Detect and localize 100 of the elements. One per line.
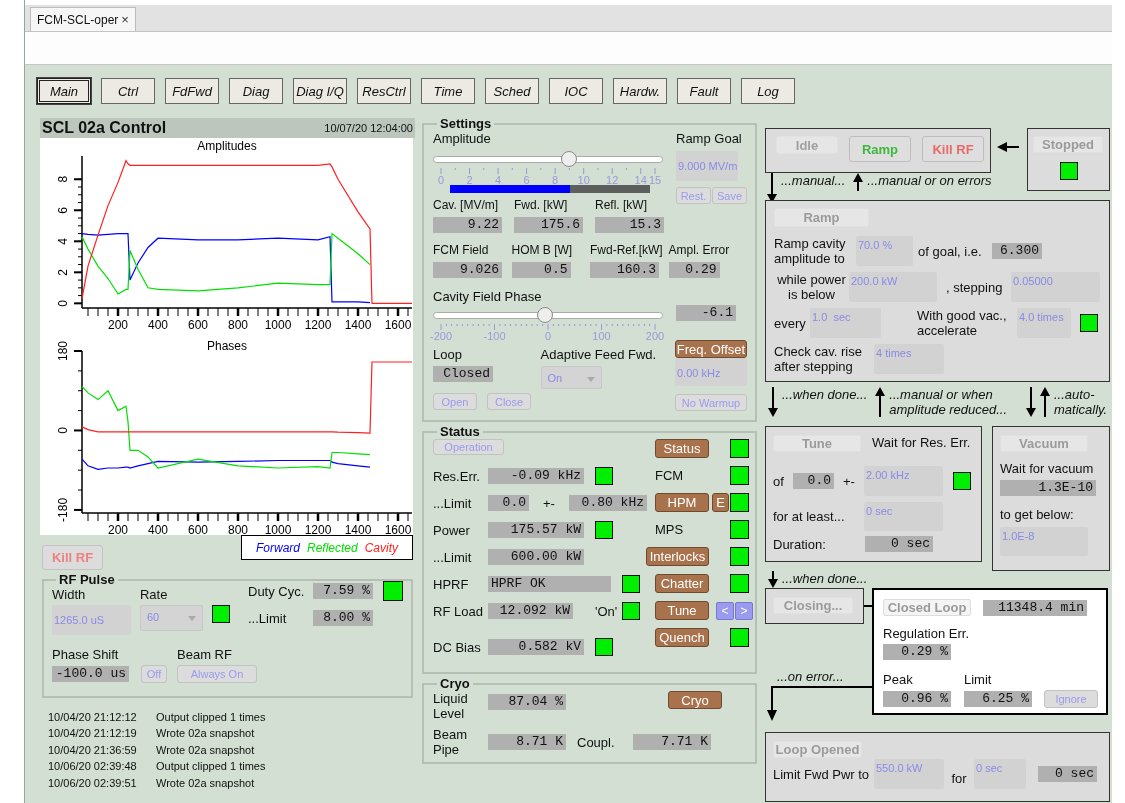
kill-rf-button[interactable]: Kill RF bbox=[42, 545, 103, 570]
input-field[interactable]: 200.0 kW bbox=[849, 272, 937, 302]
input-field[interactable]: 4.0 times bbox=[1017, 308, 1071, 338]
warmup-button[interactable]: No Warmup bbox=[675, 394, 747, 411]
slider[interactable] bbox=[433, 307, 663, 323]
off-button[interactable]: Off bbox=[141, 665, 167, 683]
tick-label: 6 bbox=[56, 206, 70, 214]
slider-thumb[interactable] bbox=[561, 151, 578, 167]
input-field[interactable]: 1.0 sec bbox=[810, 308, 881, 338]
nav-button[interactable]: Hardw. bbox=[613, 78, 667, 104]
tick-label: 1400 bbox=[344, 523, 372, 535]
up-arrow-icon bbox=[853, 173, 864, 191]
step-button[interactable]: < bbox=[716, 601, 734, 620]
state-button[interactable]: Kill RF bbox=[922, 136, 984, 162]
nav-button[interactable]: Sched bbox=[485, 78, 539, 104]
log-time: 10/04/20 21:36:59 bbox=[48, 742, 138, 758]
status-button[interactable]: Status bbox=[655, 439, 709, 458]
loop-button[interactable]: Open bbox=[433, 393, 477, 410]
left-arrow-icon bbox=[997, 142, 1019, 152]
nav-button[interactable]: Main bbox=[37, 78, 91, 104]
scale-label: 2 bbox=[466, 174, 473, 186]
legend-label: Cavity bbox=[364, 540, 399, 555]
nav-button[interactable]: Diag I/Q bbox=[293, 78, 347, 104]
close-button[interactable]: × bbox=[121, 12, 129, 27]
field-label: Ramp Goal bbox=[676, 131, 743, 146]
dropdown[interactable]: On bbox=[540, 366, 602, 389]
input-field[interactable]: 2.00 kHz bbox=[864, 466, 943, 496]
log-time: 10/04/20 21:12:12 bbox=[48, 710, 138, 725]
input-field[interactable]: 0 sec bbox=[974, 759, 1026, 789]
input-field[interactable]: 0 sec bbox=[864, 502, 943, 531]
field-label: Wait for vacuum bbox=[1000, 461, 1095, 476]
mode-button[interactable]: Operation bbox=[433, 439, 504, 455]
readout: 12.092 kW bbox=[488, 603, 573, 619]
readout: 0.0 bbox=[793, 473, 834, 489]
tick-label: 2 bbox=[56, 269, 70, 276]
field-label: ...Limit bbox=[248, 610, 288, 626]
readout: 9.026 bbox=[433, 262, 502, 278]
state-button[interactable]: Idle bbox=[776, 136, 838, 154]
nav-button[interactable]: IOC bbox=[549, 78, 603, 104]
scale-label: 12 bbox=[606, 174, 619, 186]
status-button[interactable]: E bbox=[712, 493, 729, 512]
chart-title: Amplitudes bbox=[197, 139, 257, 153]
status-button[interactable]: Chatter bbox=[655, 574, 709, 593]
loop-button[interactable]: Close bbox=[487, 393, 531, 410]
down-arrow-icon bbox=[768, 387, 778, 417]
scale-label: 8 bbox=[552, 174, 559, 186]
readout: 87.04 % bbox=[488, 694, 566, 710]
nav-button[interactable]: Fault bbox=[677, 78, 731, 104]
status-button[interactable]: Interlocks bbox=[646, 547, 709, 566]
field-label: Fwd-Ref.[kW] bbox=[590, 243, 664, 258]
field-label: Amplitude bbox=[433, 131, 492, 146]
beam-rf-button[interactable]: Always On bbox=[177, 665, 257, 683]
input-field[interactable]: 70.0 % bbox=[856, 236, 913, 266]
nav-button[interactable]: ResCtrl bbox=[357, 78, 411, 104]
up-arrow-icon bbox=[875, 387, 886, 417]
field-label: Width bbox=[52, 587, 87, 602]
status-button[interactable]: HPM bbox=[655, 493, 709, 512]
status-button[interactable]: Quench bbox=[655, 628, 709, 647]
input-field[interactable]: 0.00 kHz bbox=[675, 358, 747, 386]
state-header: Closed Loop bbox=[887, 600, 967, 615]
cryo-button[interactable]: Cryo bbox=[668, 691, 722, 709]
field-label: of goal, i.e. bbox=[918, 243, 983, 259]
tick-label: 1200 bbox=[304, 318, 332, 332]
scale-label: 200 bbox=[645, 330, 665, 342]
input-field[interactable]: 4 times bbox=[874, 344, 944, 374]
input-field[interactable]: 0.05000 bbox=[1011, 272, 1100, 302]
down-arrow-icon bbox=[768, 571, 778, 588]
field-label: Ramp cavity amplitude to bbox=[774, 236, 847, 266]
nav-button[interactable]: Diag bbox=[229, 78, 283, 104]
scale-label: 10 bbox=[577, 174, 590, 186]
tick-label: 180 bbox=[56, 341, 70, 361]
field-label: Phase Shift bbox=[52, 647, 120, 662]
field-label: Liquid Level bbox=[433, 691, 469, 721]
nav-button[interactable]: Time bbox=[421, 78, 475, 104]
step-button[interactable]: > bbox=[735, 601, 753, 620]
input-field[interactable]: 1265.0 uS bbox=[52, 605, 131, 635]
tab[interactable]: FCM-SCL-oper × bbox=[30, 7, 136, 31]
legend-label: Reflected bbox=[307, 540, 358, 555]
action-button[interactable]: Save bbox=[712, 187, 747, 204]
input-field[interactable]: 9.000 MV/m bbox=[676, 151, 738, 181]
slider[interactable] bbox=[433, 151, 663, 167]
field-label: Coupl. bbox=[577, 734, 616, 750]
input-field[interactable]: 550.0 kW bbox=[874, 759, 944, 789]
scale-label: -100 bbox=[483, 330, 506, 342]
nav-button[interactable]: Ctrl bbox=[101, 78, 155, 104]
status-button[interactable]: Tune bbox=[655, 601, 709, 620]
slider-thumb[interactable] bbox=[536, 307, 553, 323]
freq-offset-button[interactable]: Freq. Offset bbox=[675, 340, 747, 358]
state-button[interactable]: Ramp bbox=[849, 136, 911, 162]
ignore-button[interactable]: Ignore bbox=[1044, 690, 1098, 708]
action-button[interactable]: Rest. bbox=[676, 187, 711, 204]
field-label: while power is below bbox=[776, 272, 847, 302]
field-label: Duty Cyc. bbox=[248, 583, 306, 599]
nav-button[interactable]: Log bbox=[741, 78, 795, 104]
readout: 0.96 % bbox=[883, 691, 951, 707]
dropdown[interactable]: 60 bbox=[139, 605, 203, 631]
input-field[interactable]: 1.0E-8 bbox=[1000, 527, 1088, 556]
field-label: With good vac., accelerate bbox=[917, 308, 1008, 338]
state-header: Loop Opened bbox=[775, 742, 860, 757]
nav-button[interactable]: FdFwd bbox=[165, 78, 219, 104]
